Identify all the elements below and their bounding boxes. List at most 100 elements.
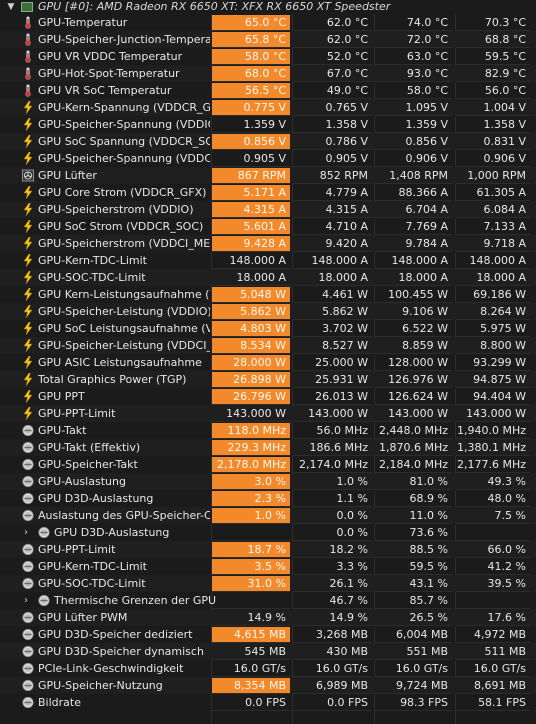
sensor-row[interactable]: GPU-Speicherstrom (VDDCI_MEM) 9.428 A 9.42… (0, 235, 536, 252)
minimum-value: 56.0 MHz (293, 423, 372, 439)
minimum-value: 0.0 % (293, 508, 372, 524)
average-value: 2,177.6 MHz (456, 457, 530, 473)
collapse-expander-icon[interactable]: ▼ (5, 1, 17, 13)
expand-chevron-icon[interactable]: › (24, 594, 34, 607)
maximum-value: 16.0 GT/s (375, 661, 452, 677)
sensor-row[interactable]: Auslastung des GPU-Speicher-Controllers1… (0, 507, 536, 524)
sensor-label: GPU-Speicher-Takt (38, 458, 138, 471)
minimum-value: 5.862 W (293, 304, 372, 320)
gauge-icon (22, 560, 34, 573)
sensor-row[interactable]: GPU SoC Spannung (VDDCR_SOC) 0.856 V 0.786… (0, 133, 536, 150)
lightning-icon (22, 305, 34, 318)
gauge-icon (22, 424, 34, 437)
sensor-row[interactable]: GPU D3D-Speicher dediziert 4,615 MB 3,268 … (0, 626, 536, 643)
sensor-row[interactable]: GPU Lüfter PWM 14.9 % 14.9 % 26.5 % 17.6 % (0, 609, 536, 626)
lightning-icon (22, 339, 34, 352)
expand-chevron-icon[interactable]: › (24, 526, 34, 539)
sensor-row[interactable]: GPU Kern-Leistungsaufnahme (VDDCR_GFX)5.… (0, 286, 536, 303)
sensor-label: GPU-Takt (38, 424, 87, 437)
sensor-row[interactable]: GPU-PPT-Limit 143.000 W 143.000 W 143.000 W… (0, 405, 536, 422)
sensor-row[interactable]: GPU Lüfter 867 RPM 852 RPM 1,408 RPM 1,000 R… (0, 167, 536, 184)
sensor-row[interactable]: GPU-Speicher-Leistung (VDDIO) 5.862 W 5.86… (0, 303, 536, 320)
minimum-value: 18.000 A (293, 270, 372, 286)
sensor-row[interactable]: GPU PPT 26.796 W 26.013 W 126.624 W 94.404 W (0, 388, 536, 405)
gauge-icon (22, 475, 34, 488)
sensor-group-row[interactable]: › Thermische Grenzen der GPU 46.7 % 85.7 % (0, 592, 536, 609)
minimum-value: 6,989 MB (293, 678, 372, 694)
sensor-row[interactable]: GPU-Kern-TDC-Limit 3.5 % 3.3 % 59.5 % 41.2 % (0, 558, 536, 575)
sensor-row[interactable]: GPU ASIC Leistungsaufnahme 28.000 W 25.000… (0, 354, 536, 371)
current-value: 8,354 MB (212, 678, 290, 694)
current-value: 4,615 MB (212, 627, 290, 643)
sensor-row[interactable]: GPU-Hot-Spot-Temperatur 68.0 °C 67.0 °C 93.… (0, 65, 536, 82)
sensor-row[interactable]: Total Graphics Power (TGP) 26.898 W 25.931… (0, 371, 536, 388)
sensor-row[interactable]: GPU-Speicherstrom (VDDIO) 4.315 A 4.315 A6… (0, 201, 536, 218)
average-value: 70.3 °C (456, 15, 530, 31)
gauge-icon (22, 441, 34, 454)
sensor-row[interactable]: Bildrate 0.0 FPS 0.0 FPS 98.3 FPS 58.1 FPS (0, 694, 536, 711)
sensor-row[interactable]: GPU D3D-Speicher dynamisch 545 MB 430 MB 55… (0, 643, 536, 660)
average-value: 61.305 A (456, 185, 530, 201)
maximum-value: 148.000 A (375, 253, 452, 269)
average-value: 66.0 % (456, 542, 530, 558)
average-value: 49.3 % (456, 474, 530, 490)
average-value: 94.875 W (456, 372, 530, 388)
minimum-value: 16.0 GT/s (293, 661, 372, 677)
sensor-row[interactable]: GPU-Speicher-Takt 2,178.0 MHz 2,174.0 MHz 2… (0, 456, 536, 473)
sensor-row[interactable]: GPU-Takt 118.0 MHz 56.0 MHz 2,448.0 MHz 1,94… (0, 422, 536, 439)
minimum-value: 62.0 °C (293, 32, 372, 48)
average-value: 6.084 A (456, 202, 530, 218)
lightning-icon (22, 356, 34, 369)
sensor-row[interactable]: GPU Core Strom (VDDCR_GFX) 5.171 A 4.779 A… (0, 184, 536, 201)
sensor-label: GPU D3D-Auslastung (38, 492, 154, 505)
average-value: 59.5 °C (456, 49, 530, 65)
sensor-row[interactable]: GPU-Temperatur 65.0 °C 62.0 °C 74.0 °C 70.3 … (0, 14, 536, 31)
sensor-label: GPU-Hot-Spot-Temperatur (38, 67, 180, 80)
average-value: 8,691 MB (456, 678, 530, 694)
maximum-value: 1.359 V (375, 117, 452, 133)
sensor-row[interactable]: GPU VR VDDC Temperatur 58.0 °C 52.0 °C 63.0… (0, 48, 536, 65)
sensor-group-title: GPU [#0]: AMD Radeon RX 6650 XT: XFX RX … (38, 0, 391, 13)
sensor-label: Bildrate (38, 696, 81, 709)
sensor-row[interactable]: GPU-Kern-Spannung (VDDCR_GFX)0.775 V0.76… (0, 99, 536, 116)
minimum-value: 14.9 % (293, 610, 372, 626)
sensor-row[interactable]: GPU SoC Leistungsaufnahme (VDDCR_SOC)4.8… (0, 320, 536, 337)
maximum-value: 2,184.0 MHz (375, 457, 452, 473)
minimum-value: 3,268 MB (293, 627, 372, 643)
current-value (212, 593, 290, 609)
sensor-row[interactable]: GPU-SOC-TDC-Limit 18.000 A 18.000 A 18.000 … (0, 269, 536, 286)
average-value: 1,000 RPM (456, 168, 530, 184)
minimum-value: 52.0 °C (293, 49, 372, 65)
current-value (212, 525, 290, 541)
sensor-row[interactable]: GPU-PPT-Limit 18.7 % 18.2 % 88.5 % 66.0 % (0, 541, 536, 558)
minimum-value: 4.461 W (293, 287, 372, 303)
current-value: 0.775 V (212, 100, 290, 116)
sensor-group-row[interactable]: › GPU D3D-Auslastung 0.0 % 73.6 % (0, 524, 536, 541)
sensor-group-header[interactable]: ▼ GPU [#0]: AMD Radeon RX 6650 XT: XFX R… (0, 0, 536, 14)
current-value: 4.803 W (212, 321, 290, 337)
maximum-value: 68.9 % (375, 491, 452, 507)
sensor-row[interactable]: GPU-Auslastung 3.0 % 1.0 % 81.0 % 49.3 % (0, 473, 536, 490)
sensor-row[interactable]: GPU-Speicher-Leistung (VDDCI_MEM)8.534 W… (0, 337, 536, 354)
lightning-icon (22, 186, 34, 199)
average-value: 94.404 W (456, 389, 530, 405)
sensor-row[interactable]: GPU SoC Strom (VDDCR_SOC) 5.601 A 4.710 A7… (0, 218, 536, 235)
sensor-row[interactable]: GPU-SOC-TDC-Limit 31.0 % 26.1 % 43.1 % 39.5 … (0, 575, 536, 592)
sensor-label: GPU-Speicher-Spannung (VDDIO) (38, 118, 210, 131)
current-value: 2,178.0 MHz (212, 457, 290, 473)
sensor-row[interactable]: GPU-Takt (Effektiv) 229.3 MHz 186.6 MHz 1,8… (0, 439, 536, 456)
sensor-row[interactable]: GPU D3D-Auslastung 2.3 % 1.1 % 68.9 % 48.0 % (0, 490, 536, 507)
sensor-row[interactable]: GPU-Speicher-Junction-Temperatur 65.8 °C 6… (0, 31, 536, 48)
sensor-row[interactable]: GPU-Speicher-Spannung (VDDIO) 1.359 V 1.35… (0, 116, 536, 133)
sensor-row[interactable]: GPU-Speicher-Nutzung 8,354 MB 6,989 MB 9,72… (0, 677, 536, 694)
maximum-value: 0.906 V (375, 151, 452, 167)
sensor-row[interactable]: GPU-Speicher-Spannung (VDDCI_MEM)0.905 V… (0, 150, 536, 167)
lightning-icon (22, 220, 34, 233)
average-value: 68.8 °C (456, 32, 530, 48)
sensor-row[interactable]: PCIe-Link-Geschwindigkeit 16.0 GT/s 16.0 G… (0, 660, 536, 677)
maximum-value: 6,004 MB (375, 627, 452, 643)
minimum-value: 3.702 W (293, 321, 372, 337)
sensor-row[interactable]: GPU-Kern-TDC-Limit 148.000 A 148.000 A 148.… (0, 252, 536, 269)
sensor-row[interactable]: GPU VR SoC Temperatur 56.5 °C 49.0 °C 58.0 … (0, 82, 536, 99)
minimum-value: 148.000 A (293, 253, 372, 269)
